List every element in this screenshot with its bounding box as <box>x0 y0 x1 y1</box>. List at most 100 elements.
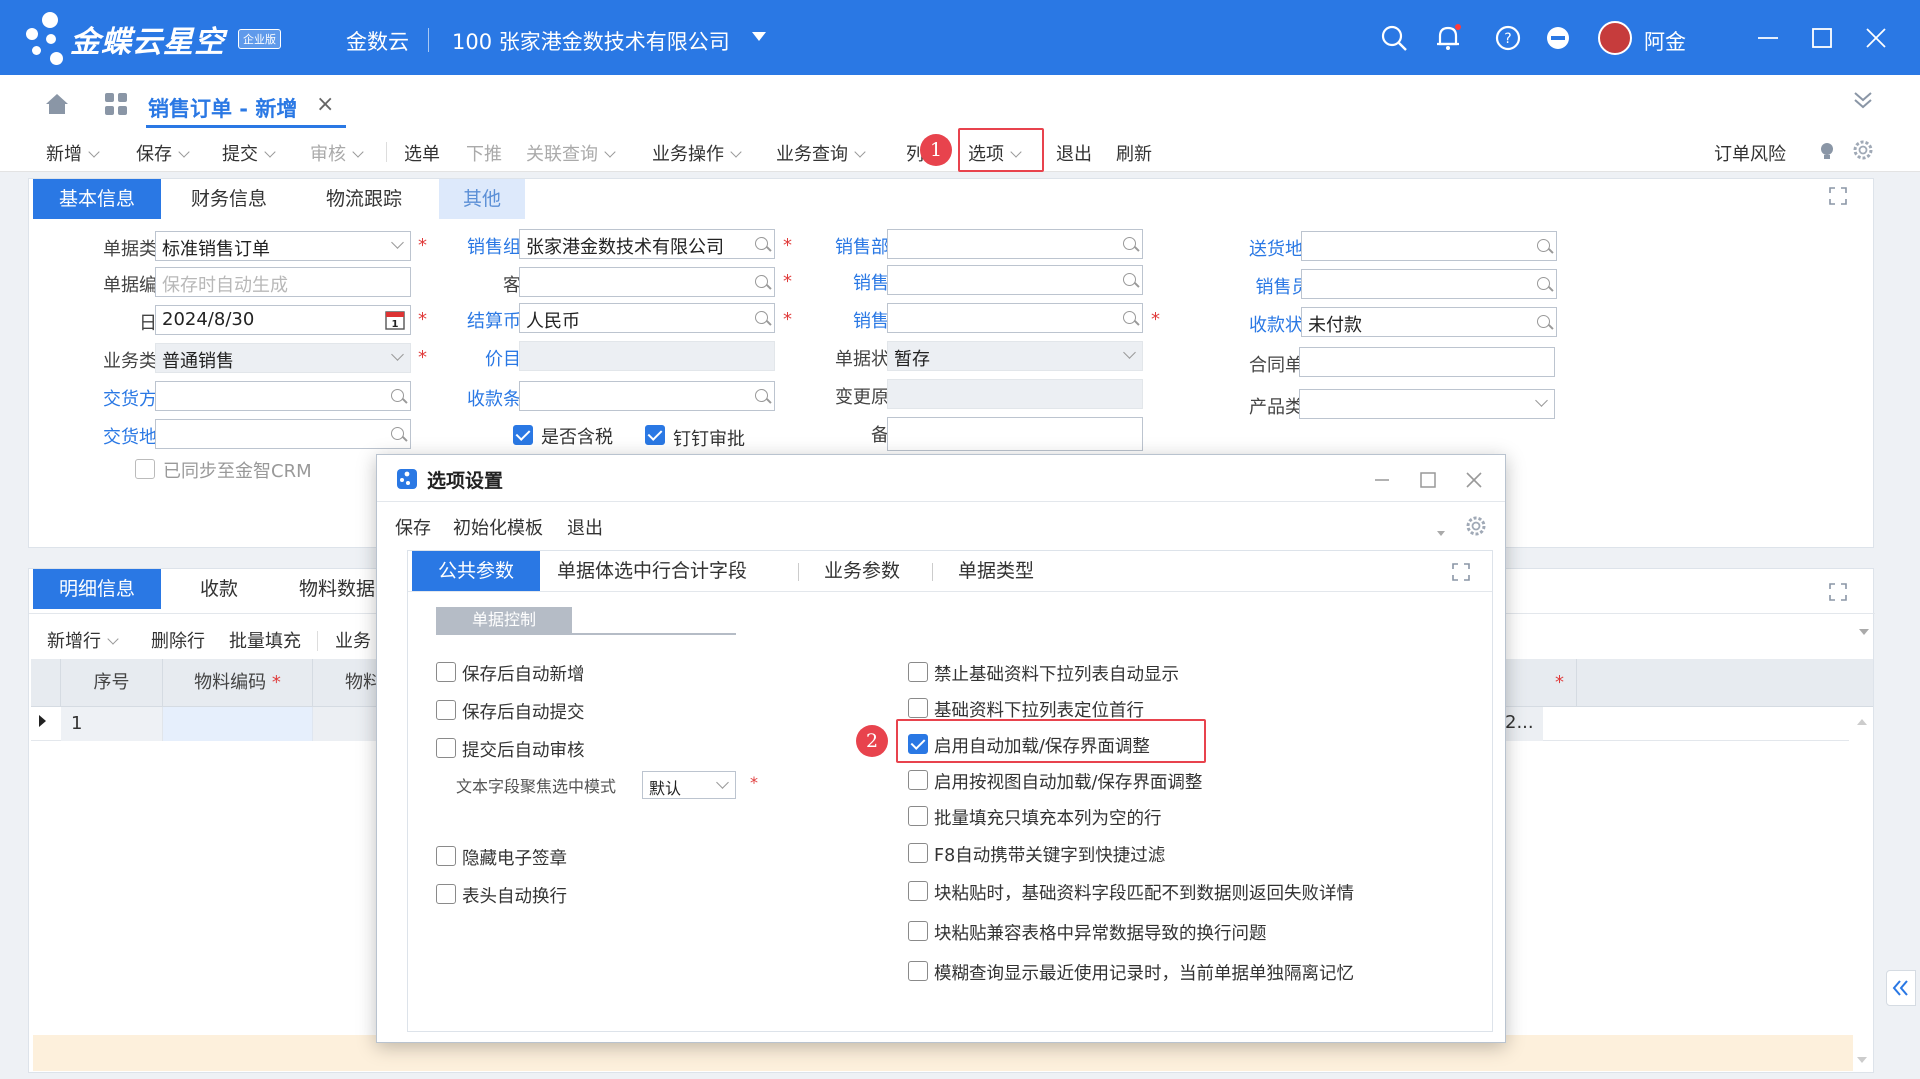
dingtalk-approval-checkbox[interactable] <box>645 425 665 445</box>
bell-icon[interactable] <box>1434 24 1462 52</box>
ship-address-input[interactable] <box>1301 231 1557 261</box>
tab-basic-info[interactable]: 基本信息 <box>33 179 161 219</box>
home-icon[interactable] <box>44 92 70 116</box>
tab-finance-info[interactable]: 财务信息 <box>161 179 297 219</box>
column-header-material-code[interactable]: 物料编码 * <box>163 659 313 707</box>
option-checkbox[interactable] <box>436 662 456 682</box>
tab-row-total-fields[interactable]: 单据体选中行合计字段 <box>554 551 750 591</box>
customer-input[interactable] <box>519 267 775 297</box>
save-button[interactable]: 保存 <box>136 140 190 166</box>
focus-mode-select[interactable]: 默认 <box>642 771 736 799</box>
side-panel-toggle[interactable] <box>1886 970 1916 1006</box>
search-icon[interactable] <box>391 389 404 402</box>
search-icon[interactable] <box>1123 311 1136 324</box>
option-checkbox[interactable] <box>908 698 928 718</box>
avatar[interactable] <box>1598 21 1632 55</box>
option-checkbox[interactable] <box>436 738 456 758</box>
search-icon[interactable] <box>1537 315 1550 328</box>
search-icon[interactable] <box>755 311 768 324</box>
delivery-method-input[interactable] <box>155 381 411 411</box>
dialog-exit-button[interactable]: 退出 <box>567 514 603 540</box>
close-icon[interactable] <box>1465 471 1483 489</box>
crm-sync-checkbox[interactable] <box>135 459 155 479</box>
expand-icon[interactable] <box>1452 563 1470 581</box>
product-type-select[interactable] <box>1299 389 1555 419</box>
dialog-save-button[interactable]: 保存 <box>395 514 431 540</box>
option-checkbox[interactable] <box>908 806 928 826</box>
material-code-cell[interactable] <box>163 707 313 741</box>
maximize-icon[interactable] <box>1810 26 1834 50</box>
refresh-button[interactable]: 刷新 <box>1116 140 1152 166</box>
option-checkbox[interactable] <box>908 843 928 863</box>
option-checkbox[interactable] <box>908 961 928 981</box>
salesman-input[interactable] <box>887 303 1143 333</box>
search-icon[interactable] <box>391 427 404 440</box>
tab-business-params[interactable]: 业务参数 <box>808 551 916 591</box>
search-icon[interactable] <box>755 275 768 288</box>
option-checkbox[interactable] <box>908 921 928 941</box>
scroll-down-icon[interactable] <box>1859 629 1869 635</box>
pay-terms-input[interactable] <box>519 381 775 411</box>
related-query-button[interactable]: 关联查询 <box>526 140 616 166</box>
tab-common-params[interactable]: 公共参数 <box>412 551 540 591</box>
audit-button[interactable]: 审核 <box>310 140 364 166</box>
apps-grid-icon[interactable] <box>104 92 128 116</box>
tab-detail-info[interactable]: 明细信息 <box>33 569 161 609</box>
pick-button[interactable]: 选单 <box>404 140 440 166</box>
scroll-down-icon[interactable] <box>1857 1057 1867 1063</box>
dialog-init-template-button[interactable]: 初始化模板 <box>453 514 543 540</box>
product-name[interactable]: 金数云 <box>346 26 409 56</box>
salesman2-input[interactable] <box>1301 269 1557 299</box>
collapse-chevron-icon[interactable] <box>1852 89 1874 111</box>
option-checkbox[interactable] <box>436 846 456 866</box>
org-selector[interactable]: 100 张家港金数技术有限公司 <box>452 26 730 56</box>
push-button[interactable]: 下推 <box>466 140 502 166</box>
minimize-icon[interactable] <box>1756 26 1780 50</box>
sales-group-input[interactable] <box>887 265 1143 295</box>
tab-close-icon[interactable]: × <box>316 92 334 117</box>
price-list-input[interactable] <box>519 341 775 371</box>
search-icon[interactable] <box>1537 277 1550 290</box>
option-checkbox[interactable] <box>436 884 456 904</box>
option-checkbox[interactable] <box>908 770 928 790</box>
doc-type-select[interactable]: 标准销售订单 <box>155 231 411 261</box>
help-icon[interactable]: ? <box>1494 24 1522 52</box>
order-risk-button[interactable]: 订单风险 <box>1714 140 1786 166</box>
collect-status-input[interactable]: 未付款 <box>1301 307 1557 337</box>
settings-gear-icon[interactable] <box>1852 139 1874 161</box>
search-icon[interactable] <box>755 389 768 402</box>
date-input[interactable]: 2024/8/30 1 <box>155 305 411 335</box>
biz-type-select[interactable]: 普通销售 <box>155 343 411 373</box>
expand-icon[interactable] <box>1829 583 1847 601</box>
delivery-place-input[interactable] <box>155 419 411 449</box>
sales-org-input[interactable]: 张家港金数技术有限公司 <box>519 229 775 259</box>
caret-down-icon[interactable] <box>752 32 766 41</box>
search-icon[interactable] <box>1123 273 1136 286</box>
option-checkbox[interactable] <box>436 700 456 720</box>
business-button[interactable]: 业务 <box>335 627 371 653</box>
search-icon[interactable] <box>1380 24 1408 52</box>
batch-fill-button[interactable]: 批量填充 <box>229 627 301 653</box>
search-icon[interactable] <box>1537 239 1550 252</box>
scroll-up-icon[interactable] <box>1857 719 1867 725</box>
currency-input[interactable]: 人民币 <box>519 303 775 333</box>
doc-no-input[interactable]: 保存时自动生成 <box>155 267 411 297</box>
tax-included-checkbox[interactable] <box>513 425 533 445</box>
user-name[interactable]: 阿金 <box>1644 26 1686 56</box>
remark-input[interactable] <box>887 417 1143 451</box>
close-icon[interactable] <box>1864 26 1888 50</box>
doc-status-select[interactable]: 暂存 <box>887 341 1143 371</box>
add-row-button[interactable]: 新增行 <box>47 627 119 653</box>
calendar-icon[interactable]: 1 <box>384 309 406 331</box>
minimize-icon[interactable] <box>1373 471 1391 489</box>
settings-gear-icon[interactable] <box>1465 515 1487 537</box>
maximize-icon[interactable] <box>1419 471 1437 489</box>
bulb-icon[interactable] <box>1816 139 1838 161</box>
change-reason-input[interactable] <box>887 379 1143 409</box>
tab-collection[interactable]: 收款 <box>171 569 267 609</box>
tab-doc-types[interactable]: 单据类型 <box>942 551 1050 591</box>
expand-icon[interactable] <box>1829 187 1847 205</box>
column-header-seq[interactable]: 序号 <box>61 659 163 707</box>
tab-sales-order-new[interactable]: 销售订单 - 新增 <box>148 93 297 123</box>
tab-other[interactable]: 其他 <box>439 179 525 219</box>
